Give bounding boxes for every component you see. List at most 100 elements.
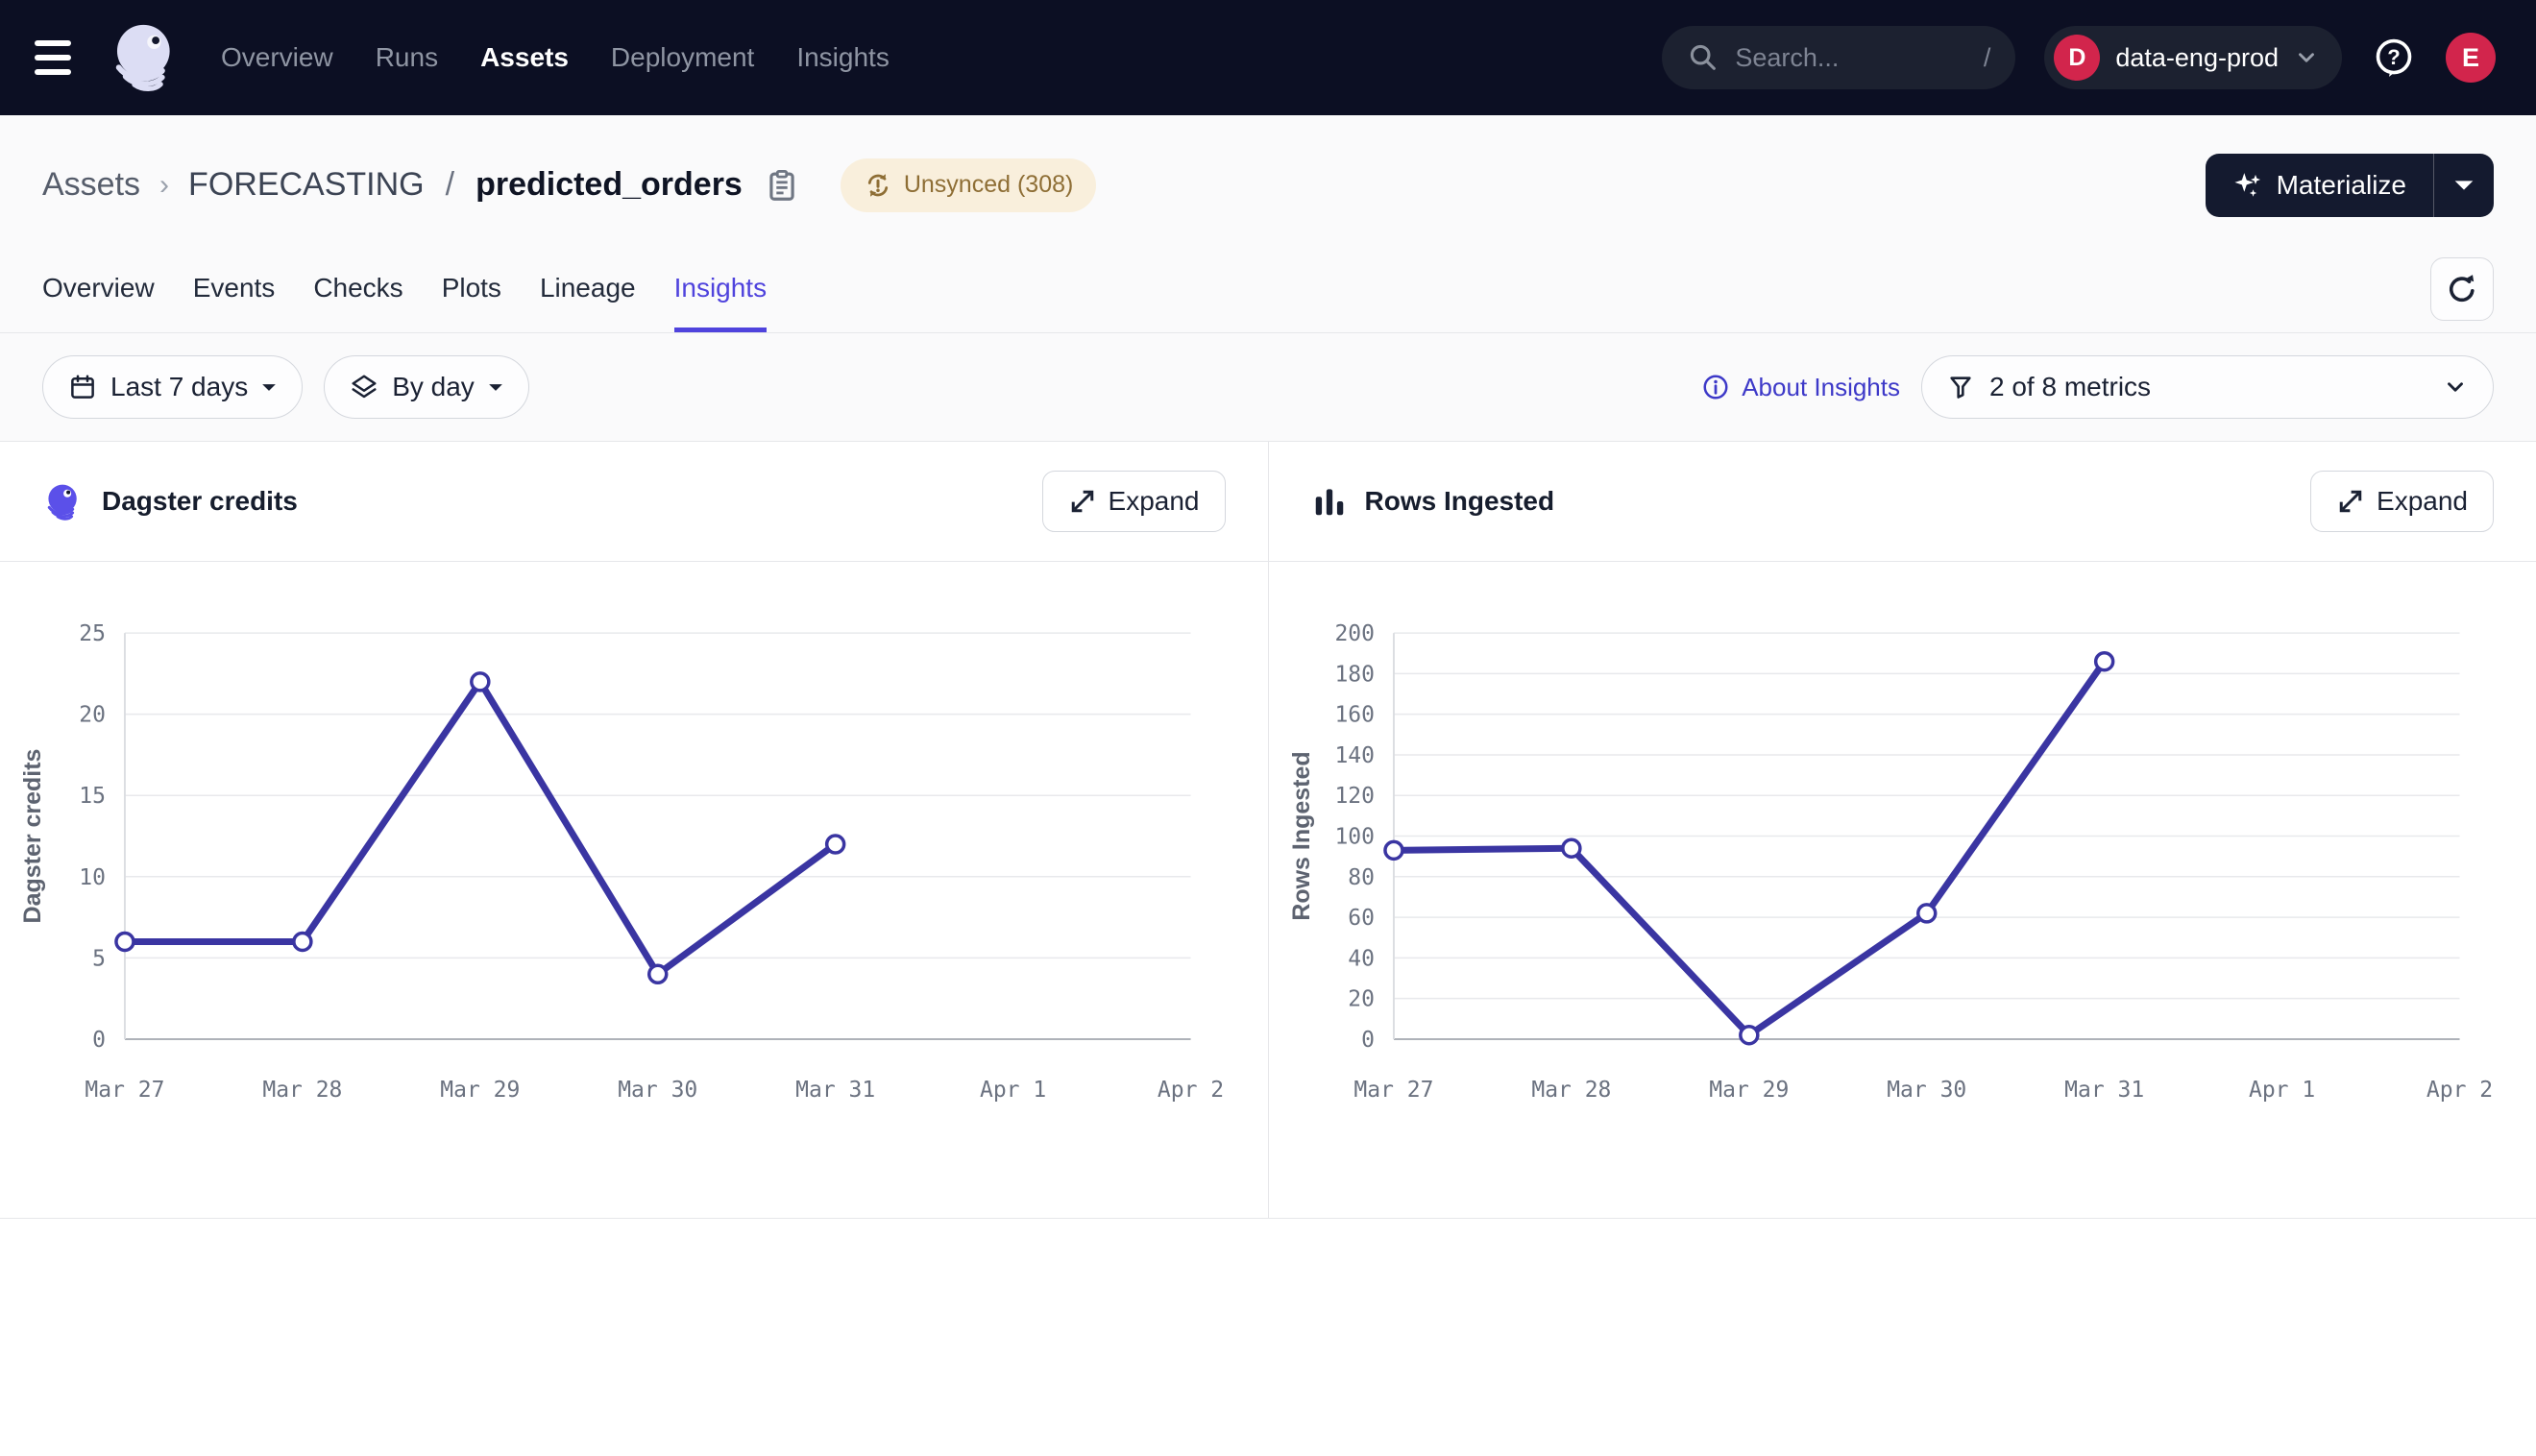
date-range-filter-button[interactable]: Last 7 days [42, 355, 303, 419]
expand-label: Expand [1109, 486, 1200, 517]
nav-item-runs[interactable]: Runs [376, 42, 438, 73]
tab-plots[interactable]: Plots [442, 245, 501, 332]
menu-icon[interactable] [35, 40, 77, 75]
svg-text:80: 80 [1348, 865, 1375, 890]
clipboard-icon [764, 167, 800, 204]
user-avatar[interactable]: E [2446, 33, 2496, 83]
nav-item-overview[interactable]: Overview [221, 42, 333, 73]
chart-title: Dagster credits [102, 486, 298, 517]
copy-asset-key-button[interactable] [764, 167, 800, 204]
refresh-button[interactable] [2430, 257, 2494, 321]
breadcrumb-separator: › [159, 169, 169, 202]
svg-text:5: 5 [92, 946, 106, 971]
svg-text:Mar 27: Mar 27 [85, 1078, 164, 1103]
svg-text:10: 10 [79, 865, 106, 890]
tab-checks[interactable]: Checks [313, 245, 402, 332]
expand-label: Expand [2377, 486, 2468, 517]
svg-text:Mar 30: Mar 30 [1887, 1078, 1966, 1103]
breadcrumb: Assets › FORECASTING / predicted_orders [0, 115, 2536, 245]
chevron-down-icon [2294, 45, 2319, 70]
refresh-icon [2445, 272, 2479, 306]
filter-funnel-icon [1947, 374, 1974, 400]
svg-text:180: 180 [1334, 662, 1375, 687]
nav-item-deployment[interactable]: Deployment [611, 42, 754, 73]
svg-text:200: 200 [1334, 621, 1375, 646]
svg-text:60: 60 [1348, 906, 1375, 931]
calendar-icon [68, 373, 97, 401]
asset-tabs: Overview Events Checks Plots Lineage Ins… [0, 245, 2536, 333]
breadcrumb-slash: / [446, 166, 454, 204]
metrics-filter-label: 2 of 8 metrics [1989, 372, 2151, 402]
deployment-badge: D [2054, 35, 2100, 81]
materialize-button[interactable]: Materialize [2206, 154, 2433, 217]
asset-name: predicted_orders [476, 166, 743, 204]
sync-alert-icon [864, 171, 892, 200]
date-range-label: Last 7 days [110, 372, 248, 402]
bar-chart-icon [1311, 483, 1348, 520]
insights-charts: Dagster credits Expand 0510152025Mar 27M… [0, 442, 2536, 1219]
svg-text:Dagster credits: Dagster credits [19, 749, 46, 924]
svg-text:Apr 2: Apr 2 [1158, 1078, 1224, 1103]
nav-item-insights[interactable]: Insights [796, 42, 890, 73]
asset-header-band: Assets › FORECASTING / predicted_orders [0, 115, 2536, 442]
search-box[interactable]: / [1662, 26, 2015, 89]
tab-lineage[interactable]: Lineage [540, 245, 636, 332]
granularity-label: By day [392, 372, 475, 402]
caret-down-icon [2453, 179, 2475, 192]
tab-events[interactable]: Events [193, 245, 276, 332]
info-icon [1701, 373, 1730, 401]
search-input[interactable] [1735, 43, 1967, 73]
sparkles-icon [2232, 170, 2263, 201]
deployment-name: data-eng-prod [2115, 43, 2279, 73]
svg-text:20: 20 [79, 703, 106, 728]
insights-filter-bar: Last 7 days By day About Insights [0, 333, 2536, 442]
primary-nav: Overview Runs Assets Deployment Insights [221, 42, 890, 73]
breadcrumb-assets-link[interactable]: Assets [42, 166, 140, 204]
deployment-switcher[interactable]: D data-eng-prod [2044, 26, 2342, 89]
svg-text:Mar 29: Mar 29 [440, 1078, 520, 1103]
tab-overview[interactable]: Overview [42, 245, 155, 332]
chart-header: Dagster credits Expand [0, 442, 1268, 562]
caret-down-icon [261, 382, 277, 393]
materialize-label: Materialize [2277, 170, 2406, 201]
chart-title: Rows Ingested [1365, 486, 1555, 517]
about-insights-label: About Insights [1742, 373, 1900, 402]
svg-text:?: ? [2387, 45, 2400, 69]
materialize-menu-button[interactable] [2434, 154, 2494, 217]
dagster-credits-icon [42, 480, 85, 522]
granularity-filter-button[interactable]: By day [324, 355, 529, 419]
svg-text:Mar 30: Mar 30 [618, 1078, 697, 1103]
chart-panel-rows-ingested: Rows Ingested Expand 0204060801001201401… [1268, 442, 2536, 1218]
chart-header: Rows Ingested Expand [1269, 442, 2536, 562]
rows-ingested-line-chart[interactable]: 020406080100120140160180200Mar 27Mar 28M… [1269, 562, 2536, 1218]
svg-text:Apr 1: Apr 1 [980, 1078, 1046, 1103]
svg-text:Mar 28: Mar 28 [262, 1078, 342, 1103]
svg-text:Mar 31: Mar 31 [795, 1078, 875, 1103]
tab-insights[interactable]: Insights [674, 245, 768, 332]
metrics-filter-select[interactable]: 2 of 8 metrics [1921, 355, 2494, 419]
nav-item-assets[interactable]: Assets [480, 42, 569, 73]
svg-text:40: 40 [1348, 946, 1375, 971]
svg-text:Mar 28: Mar 28 [1531, 1078, 1611, 1103]
expand-chart-button[interactable]: Expand [1042, 471, 1226, 532]
dagster-credits-line-chart[interactable]: 0510152025Mar 27Mar 28Mar 29Mar 30Mar 31… [0, 562, 1268, 1218]
breadcrumb-group-link[interactable]: FORECASTING [188, 166, 425, 204]
svg-text:Mar 31: Mar 31 [2064, 1078, 2144, 1103]
svg-text:140: 140 [1334, 743, 1375, 768]
svg-text:Mar 29: Mar 29 [1709, 1078, 1789, 1103]
expand-chart-button[interactable]: Expand [2310, 471, 2494, 532]
search-shortcut-hint: / [1984, 43, 1991, 73]
svg-text:25: 25 [79, 621, 106, 646]
svg-text:Apr 1: Apr 1 [2248, 1078, 2314, 1103]
svg-text:Apr 2: Apr 2 [2426, 1078, 2492, 1103]
about-insights-link[interactable]: About Insights [1701, 373, 1900, 402]
dagster-logo-icon[interactable] [106, 18, 184, 97]
unsynced-status-badge[interactable]: Unsynced (308) [841, 158, 1096, 212]
chart-panel-dagster-credits: Dagster credits Expand 0510152025Mar 27M… [0, 442, 1268, 1218]
svg-text:160: 160 [1334, 703, 1375, 728]
help-button[interactable]: ? [2371, 35, 2417, 81]
help-icon: ? [2372, 36, 2416, 80]
caret-down-icon [488, 382, 503, 393]
top-nav: Overview Runs Assets Deployment Insights… [0, 0, 2536, 115]
expand-icon [2336, 487, 2365, 516]
